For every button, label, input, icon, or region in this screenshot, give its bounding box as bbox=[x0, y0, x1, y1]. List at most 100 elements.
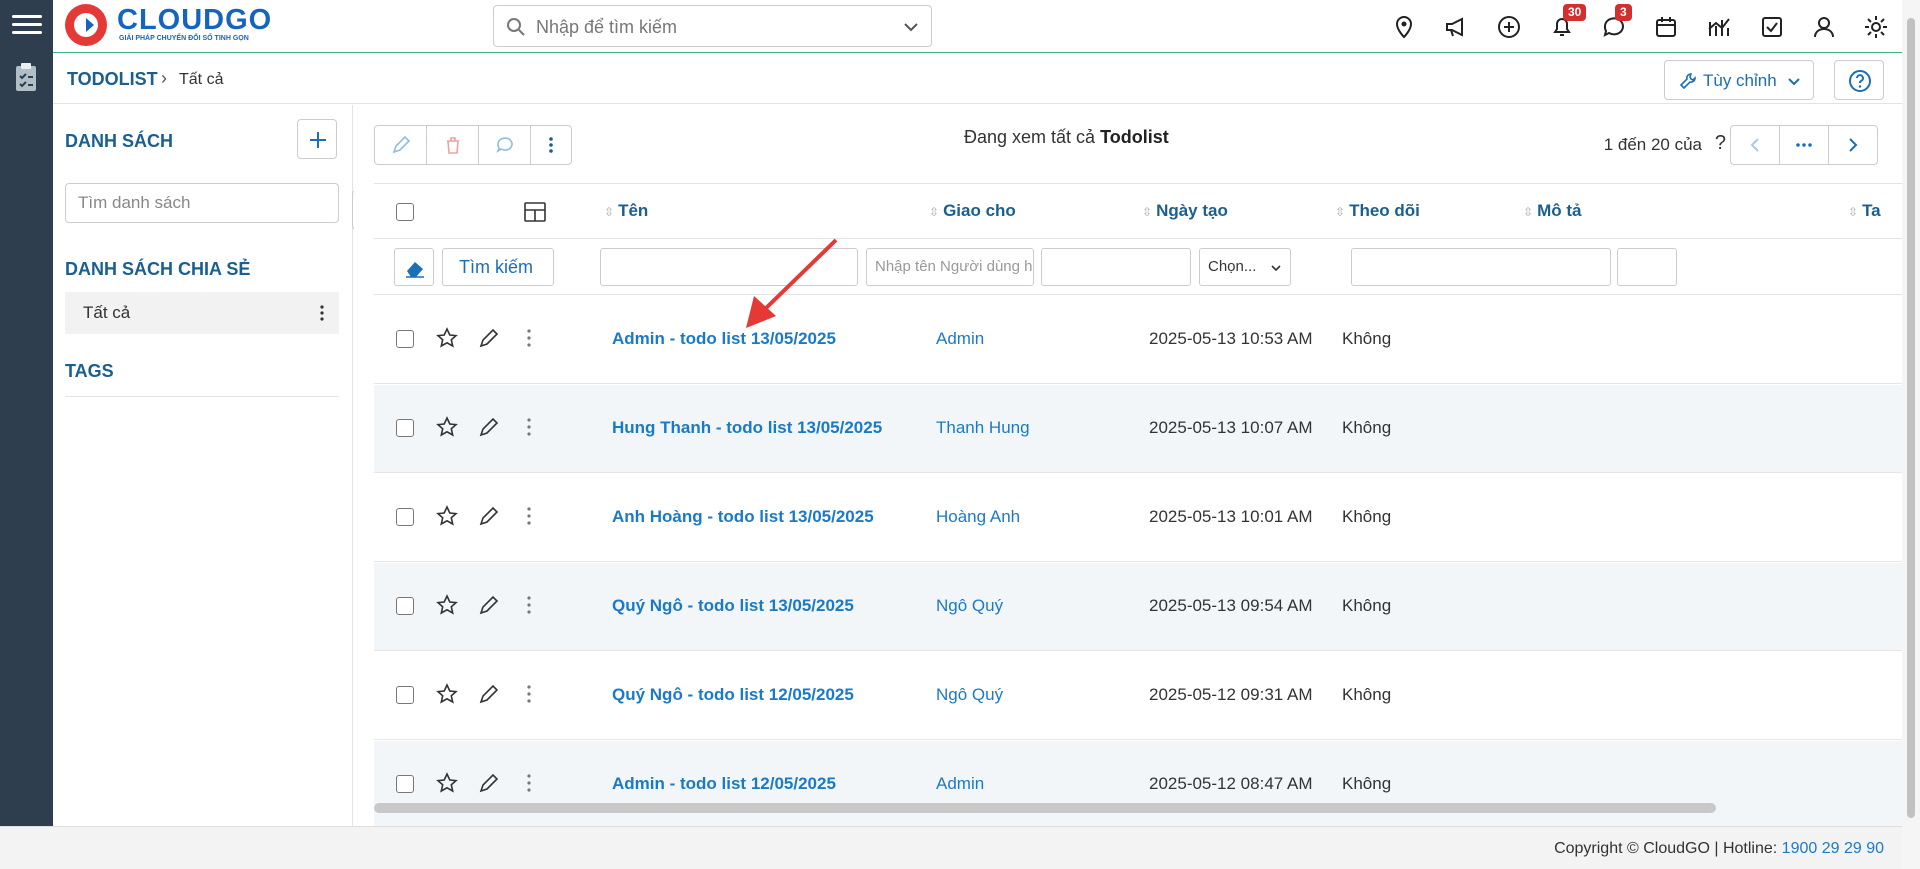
horizontal-scrollbar[interactable] bbox=[374, 803, 1716, 813]
select-all-checkbox[interactable] bbox=[396, 203, 414, 221]
more-vertical-icon[interactable] bbox=[518, 416, 540, 438]
column-header-assigned[interactable]: ⇳ Giao cho bbox=[929, 201, 1016, 221]
filter-truncated-input[interactable] bbox=[1617, 248, 1677, 286]
more-vertical-icon[interactable] bbox=[518, 772, 540, 794]
chevron-right-icon bbox=[1849, 138, 1858, 152]
clear-filter-button[interactable] bbox=[394, 248, 434, 286]
row-name-link[interactable]: Hung Thanh - todo list 13/05/2025 bbox=[612, 418, 882, 438]
customize-button[interactable]: Tùy chỉnh bbox=[1664, 60, 1814, 100]
table-row[interactable]: Hung Thanh - todo list 13/05/2025 Thanh … bbox=[374, 385, 1902, 473]
row-checkbox[interactable] bbox=[396, 597, 414, 615]
star-icon[interactable] bbox=[436, 416, 458, 438]
filter-assignee-input[interactable]: Nhập tên Người dùng hoặc nhóm bbox=[866, 248, 1034, 286]
sidebar-item-label: Tất cả bbox=[83, 303, 131, 322]
column-header-truncated[interactable]: ⇳ Ta bbox=[1848, 201, 1881, 221]
filter-created-input[interactable] bbox=[1041, 248, 1191, 286]
row-checkbox[interactable] bbox=[396, 775, 414, 793]
list-search-input[interactable]: Tìm danh sách bbox=[65, 183, 339, 223]
checkbox-icon[interactable] bbox=[1759, 14, 1785, 40]
help-button[interactable] bbox=[1834, 60, 1884, 100]
star-icon[interactable] bbox=[436, 683, 458, 705]
pencil-icon[interactable] bbox=[478, 772, 500, 794]
footer: Copyright © CloudGO | Hotline: 1900 29 2… bbox=[0, 826, 1902, 869]
prev-page-button[interactable] bbox=[1731, 126, 1780, 164]
megaphone-icon[interactable] bbox=[1443, 14, 1469, 40]
row-name-link[interactable]: Admin - todo list 12/05/2025 bbox=[612, 774, 836, 794]
row-name-link[interactable]: Quý Ngô - todo list 13/05/2025 bbox=[612, 596, 854, 616]
pencil-icon[interactable] bbox=[478, 683, 500, 705]
more-vertical-icon[interactable] bbox=[518, 327, 540, 349]
table-row[interactable]: Admin - todo list 13/05/2025 Admin 2025-… bbox=[374, 296, 1902, 384]
calendar-icon[interactable] bbox=[1653, 14, 1679, 40]
bulk-actions bbox=[374, 125, 572, 165]
star-icon[interactable] bbox=[436, 505, 458, 527]
table-header: ⇳ Tên ⇳ Giao cho ⇳ Ngày tạo ⇳ Theo dõi ⇳ Mô t… bbox=[374, 183, 1902, 239]
clipboard-icon[interactable] bbox=[14, 62, 38, 92]
column-header-name[interactable]: ⇳ Tên bbox=[604, 201, 648, 221]
brand-logo[interactable]: CLOUDGO GIẢI PHÁP CHUYỂN ĐỔI SỐ TINH GỌN bbox=[63, 2, 271, 50]
column-header-description[interactable]: ⇳ Mô tả bbox=[1523, 201, 1581, 221]
table-row[interactable]: Admin - todo list 12/05/2025 Admin 2025-… bbox=[374, 741, 1902, 826]
pencil-icon[interactable] bbox=[478, 416, 500, 438]
add-circle-icon[interactable] bbox=[1496, 14, 1522, 40]
column-header-follow[interactable]: ⇳ Theo dõi bbox=[1335, 201, 1420, 221]
pencil-icon[interactable] bbox=[478, 594, 500, 616]
filter-follow-select[interactable]: Chọn... bbox=[1199, 248, 1291, 286]
row-name-link[interactable]: Anh Hoàng - todo list 13/05/2025 bbox=[612, 507, 874, 527]
filter-name-input[interactable] bbox=[600, 248, 858, 286]
star-icon[interactable] bbox=[436, 772, 458, 794]
add-list-button[interactable] bbox=[297, 119, 337, 159]
columns-grid-icon[interactable] bbox=[524, 202, 546, 222]
gear-icon[interactable] bbox=[1863, 14, 1889, 40]
vertical-scrollbar[interactable] bbox=[1902, 0, 1920, 869]
hotline-link[interactable]: 1900 29 29 90 bbox=[1782, 840, 1884, 857]
star-icon[interactable] bbox=[436, 594, 458, 616]
row-checkbox[interactable] bbox=[396, 419, 414, 437]
breadcrumb-root[interactable]: TODOLIST bbox=[67, 69, 158, 90]
chat-icon[interactable]: 3 bbox=[1601, 4, 1632, 40]
chart-icon[interactable] bbox=[1706, 14, 1732, 40]
row-created: 2025-05-12 09:31 AM bbox=[1149, 685, 1313, 704]
column-header-created[interactable]: ⇳ Ngày tạo bbox=[1142, 201, 1228, 221]
scrollbar-thumb[interactable] bbox=[1907, 18, 1915, 818]
delete-button[interactable] bbox=[427, 126, 479, 164]
row-assignee-link[interactable]: Hoàng Anh bbox=[936, 507, 1020, 527]
table-row[interactable]: Quý Ngô - todo list 12/05/2025 Ngô Quý 2… bbox=[374, 652, 1902, 740]
user-icon[interactable] bbox=[1811, 14, 1837, 40]
table-row[interactable]: Quý Ngô - todo list 13/05/2025 Ngô Quý 2… bbox=[374, 563, 1902, 651]
location-icon[interactable] bbox=[1391, 14, 1417, 40]
global-search-input[interactable]: Nhập để tìm kiếm bbox=[493, 5, 932, 47]
row-name-link[interactable]: Quý Ngô - todo list 12/05/2025 bbox=[612, 685, 854, 705]
more-actions-button[interactable] bbox=[531, 126, 571, 164]
row-checkbox[interactable] bbox=[396, 508, 414, 526]
more-vertical-icon[interactable] bbox=[319, 304, 325, 322]
page-more-button[interactable] bbox=[1780, 126, 1829, 164]
filter-description-input[interactable] bbox=[1351, 248, 1611, 286]
row-assignee-link[interactable]: Ngô Quý bbox=[936, 685, 1003, 705]
more-vertical-icon[interactable] bbox=[518, 683, 540, 705]
sidebar-item-all[interactable]: Tất cả bbox=[65, 292, 339, 334]
table-row[interactable]: Anh Hoàng - todo list 13/05/2025 Hoàng A… bbox=[374, 474, 1902, 562]
more-vertical-icon[interactable] bbox=[518, 505, 540, 527]
row-assignee-link[interactable]: Ngô Quý bbox=[936, 596, 1003, 616]
row-checkbox[interactable] bbox=[396, 330, 414, 348]
edit-button[interactable] bbox=[375, 126, 427, 164]
filter-search-button[interactable]: Tìm kiếm bbox=[442, 248, 554, 286]
row-name-link[interactable]: Admin - todo list 13/05/2025 bbox=[612, 329, 836, 349]
row-assignee-link[interactable]: Thanh Hung bbox=[936, 418, 1030, 438]
row-assignee-link[interactable]: Admin bbox=[936, 774, 984, 794]
pencil-icon[interactable] bbox=[478, 327, 500, 349]
paging-total-unknown[interactable]: ? bbox=[1715, 132, 1726, 155]
menu-icon[interactable] bbox=[12, 10, 42, 40]
more-vertical-icon[interactable] bbox=[518, 594, 540, 616]
star-icon[interactable] bbox=[436, 327, 458, 349]
next-page-button[interactable] bbox=[1829, 126, 1877, 164]
row-checkbox[interactable] bbox=[396, 686, 414, 704]
row-assignee-link[interactable]: Admin bbox=[936, 329, 984, 349]
chevron-down-icon[interactable] bbox=[903, 19, 919, 35]
pencil-icon[interactable] bbox=[478, 505, 500, 527]
main-content: Đang xem tất cả Todolist 1 đến 20 của ? … bbox=[354, 105, 1902, 826]
comment-button[interactable] bbox=[479, 126, 531, 164]
tags-heading: TAGS bbox=[65, 361, 114, 381]
bell-icon[interactable]: 30 bbox=[1549, 4, 1587, 40]
